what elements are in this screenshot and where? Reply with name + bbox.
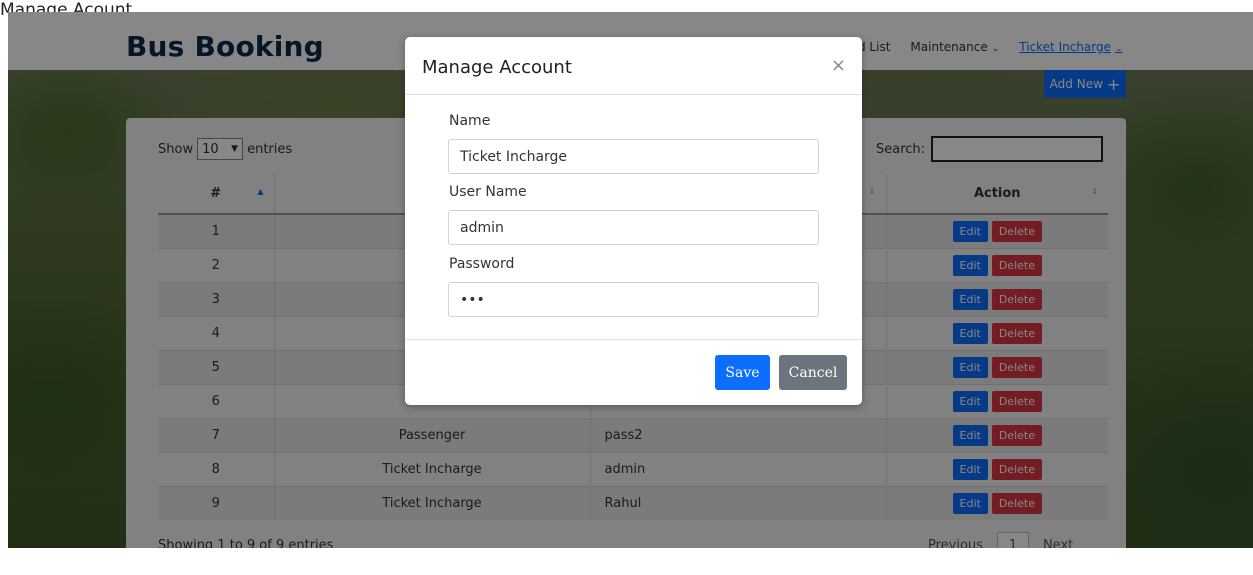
modal-title: Manage Account [422,57,572,78]
close-icon[interactable]: × [831,55,846,76]
modal-body: Name Ticket Incharge User Name admin Pas… [405,95,862,340]
password-label: Password [449,256,515,272]
modal-header: Manage Account × [405,37,862,95]
name-field[interactable]: Ticket Incharge [448,139,819,174]
save-button[interactable]: Save [715,355,770,390]
name-label: Name [449,113,491,129]
manage-account-modal: Manage Account × Name Ticket Incharge Us… [405,37,862,405]
cancel-button[interactable]: Cancel [779,355,847,390]
username-label: User Name [449,184,527,200]
password-field[interactable]: ••• [448,282,819,317]
username-field[interactable]: admin [448,210,819,245]
